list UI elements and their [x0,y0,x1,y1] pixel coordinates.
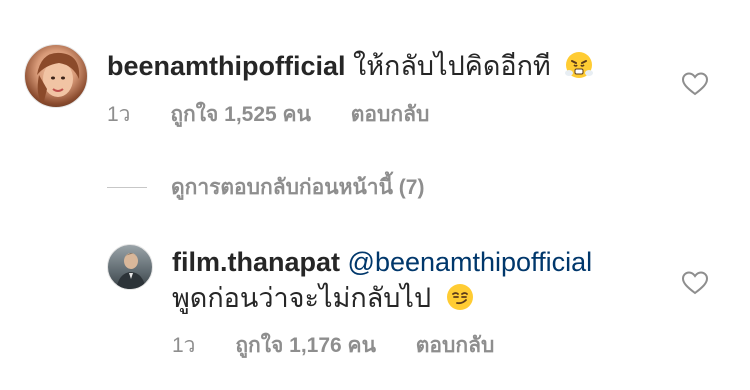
heart-icon[interactable] [681,271,709,295]
comment-time: 1ว [107,103,131,126]
reply-likes[interactable]: ถูกใจ 1,176 คน [235,334,376,357]
view-replies-label[interactable]: ดูการตอบกลับก่อนหน้านี้ (7) [171,171,424,204]
reply-meta: 1ว ถูกใจ 1,176 คน ตอบกลับ [172,333,528,359]
reply-text: film.thanapat @beenamthipofficial พูดก่อ… [172,244,642,316]
comment-likes[interactable]: ถูกใจ 1,525 คน [170,103,311,126]
avatar[interactable] [24,44,88,108]
comment-reply-button[interactable]: ตอบกลับ [351,103,430,126]
reply-mention[interactable]: @beenamthipofficial [348,247,593,277]
view-previous-replies[interactable]: ดูการตอบกลับก่อนหน้านี้ (7) [107,172,424,202]
reply-username[interactable]: film.thanapat [172,247,340,277]
reply-body: พูดก่อนว่าจะไม่กลับไป [172,283,432,313]
comment-text: beenamthipofficial ให้กลับไปคิดอีกที [107,48,594,84]
comment-meta: 1ว ถูกใจ 1,525 คน ตอบกลับ [107,102,463,128]
divider-line [107,186,147,188]
smirking-face-emoji-icon [445,282,475,312]
reply-reply-button[interactable]: ตอบกลับ [416,334,495,357]
avatar[interactable] [107,244,153,290]
comment-username[interactable]: beenamthipofficial [107,51,346,81]
comment-body: ให้กลับไปคิดอีกที [353,51,551,81]
reply-time: 1ว [172,334,196,357]
face-with-steam-emoji-icon [564,50,594,80]
heart-icon[interactable] [681,72,709,96]
